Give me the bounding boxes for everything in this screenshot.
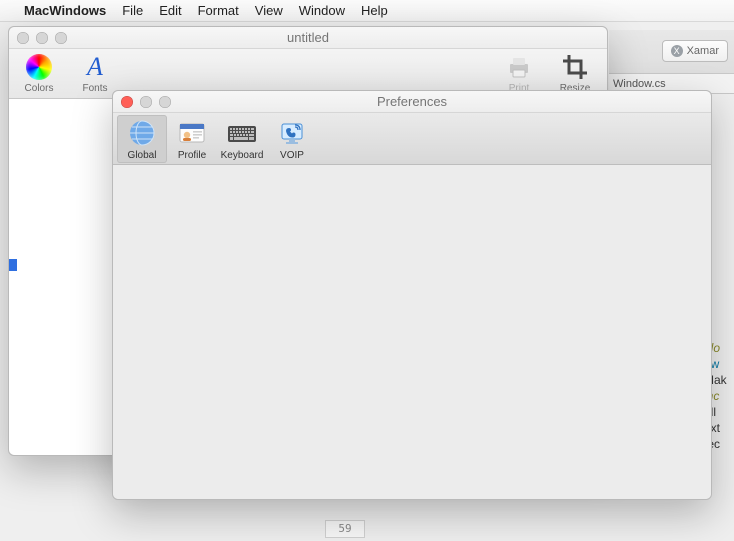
menu-edit[interactable]: Edit [159, 3, 181, 18]
pref-tab-keyboard[interactable]: Keyboard [217, 115, 267, 163]
crop-icon [559, 52, 591, 82]
keyboard-icon [225, 117, 259, 149]
toolbar-colors[interactable]: Colors [17, 52, 61, 94]
globe-icon [125, 117, 159, 149]
ide-toolbar: X Xamar [609, 30, 734, 74]
toolbar-fonts-label: Fonts [82, 83, 107, 94]
xamarin-icon: X [671, 45, 683, 57]
pref-tab-profile[interactable]: Profile [167, 115, 217, 163]
menu-help[interactable]: Help [361, 3, 388, 18]
main-titlebar[interactable]: untitled [9, 27, 607, 49]
pref-toolbar: Global Profile Keyboard VOIP [113, 113, 711, 165]
ide-xamarin-button[interactable]: X Xamar [662, 40, 728, 62]
profile-icon [175, 117, 209, 149]
pref-tab-voip-label: VOIP [280, 150, 304, 161]
toolbar-resize[interactable]: Resize [553, 52, 597, 94]
ide-button-label: Xamar [687, 45, 719, 57]
pref-window-title: Preferences [113, 94, 711, 109]
color-wheel-icon [26, 54, 52, 80]
menu-view[interactable]: View [255, 3, 283, 18]
toolbar-fonts[interactable]: A Fonts [73, 52, 117, 94]
pref-tab-global-label: Global [128, 150, 157, 161]
ide-file-tab-label: Window.cs [613, 78, 666, 90]
pref-titlebar[interactable]: Preferences [113, 91, 711, 113]
printer-icon [503, 52, 535, 82]
main-window-title: untitled [9, 30, 607, 45]
ide-line-gutter: 59 [325, 520, 365, 538]
pref-content-area [113, 165, 711, 499]
menu-window[interactable]: Window [299, 3, 345, 18]
fonts-icon: A [87, 54, 103, 80]
toolbar-print[interactable]: Print [497, 52, 541, 94]
pref-tab-keyboard-label: Keyboard [221, 150, 264, 161]
selection-marker [9, 259, 17, 271]
app-menu[interactable]: MacWindows [24, 3, 106, 18]
menu-file[interactable]: File [122, 3, 143, 18]
pref-tab-profile-label: Profile [178, 150, 206, 161]
toolbar-colors-label: Colors [25, 83, 54, 94]
preferences-window: Preferences Global Profile Keyboard VOIP [112, 90, 712, 500]
pref-tab-voip[interactable]: VOIP [267, 115, 317, 163]
menu-bar: MacWindows File Edit Format View Window … [0, 0, 734, 22]
pref-tab-global[interactable]: Global [117, 115, 167, 163]
voip-icon [275, 117, 309, 149]
menu-format[interactable]: Format [198, 3, 239, 18]
